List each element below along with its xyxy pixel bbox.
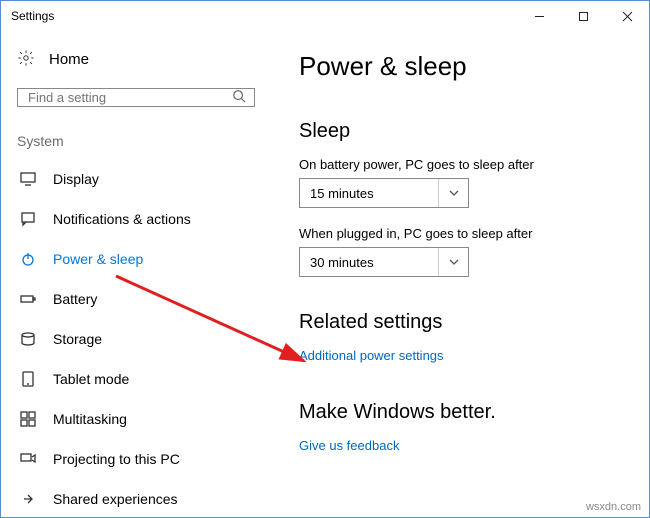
multitasking-icon [19, 411, 37, 427]
watermark: wsxdn.com [586, 501, 641, 513]
sidebar-item-label: Shared experiences [53, 491, 178, 507]
main-content: Power & sleep Sleep On battery power, PC… [271, 31, 649, 517]
notifications-icon [19, 211, 37, 227]
maximize-button[interactable] [561, 1, 605, 31]
minimize-button[interactable] [517, 1, 561, 31]
power-icon [19, 251, 37, 267]
battery-sleep-dropdown[interactable]: 15 minutes [299, 178, 469, 208]
sidebar: Home System Display Notifications & acti… [1, 31, 271, 517]
sidebar-item-power-sleep[interactable]: Power & sleep [17, 239, 255, 279]
sidebar-item-label: Tablet mode [53, 371, 129, 387]
battery-sleep-value: 15 minutes [310, 186, 438, 201]
sidebar-item-label: Display [53, 171, 99, 187]
feedback-link[interactable]: Give us feedback [299, 438, 629, 453]
battery-icon [19, 291, 37, 307]
plugged-sleep-label: When plugged in, PC goes to sleep after [299, 226, 629, 241]
sidebar-item-label: Power & sleep [53, 251, 143, 267]
additional-power-settings-link[interactable]: Additional power settings [299, 348, 629, 363]
chevron-down-icon [438, 179, 468, 207]
sidebar-item-battery[interactable]: Battery [17, 279, 255, 319]
titlebar: Settings [1, 1, 649, 31]
sidebar-item-multitasking[interactable]: Multitasking [17, 399, 255, 439]
battery-sleep-label: On battery power, PC goes to sleep after [299, 157, 629, 172]
sidebar-item-label: Multitasking [53, 411, 127, 427]
projecting-icon [19, 451, 37, 467]
sidebar-group-label: System [17, 133, 255, 149]
search-box[interactable] [17, 88, 255, 107]
sidebar-item-storage[interactable]: Storage [17, 319, 255, 359]
sidebar-nav: Display Notifications & actions Power & … [17, 159, 255, 517]
settings-window: Settings Home Sy [0, 0, 650, 518]
shared-icon [19, 491, 37, 507]
feedback-heading: Make Windows better. [299, 401, 629, 424]
sleep-heading: Sleep [299, 120, 629, 143]
sidebar-item-display[interactable]: Display [17, 159, 255, 199]
page-title: Power & sleep [299, 51, 629, 82]
related-heading: Related settings [299, 311, 629, 334]
sidebar-item-tablet-mode[interactable]: Tablet mode [17, 359, 255, 399]
home-label: Home [49, 51, 89, 68]
sidebar-item-shared-experiences[interactable]: Shared experiences [17, 479, 255, 517]
sidebar-item-label: Storage [53, 331, 102, 347]
window-title: Settings [11, 9, 54, 23]
sidebar-item-projecting[interactable]: Projecting to this PC [17, 439, 255, 479]
sidebar-item-label: Battery [53, 291, 97, 307]
close-button[interactable] [605, 1, 649, 31]
sidebar-item-label: Projecting to this PC [53, 451, 180, 467]
search-icon [232, 89, 246, 106]
storage-icon [19, 331, 37, 347]
chevron-down-icon [438, 248, 468, 276]
plugged-sleep-dropdown[interactable]: 30 minutes [299, 247, 469, 277]
display-icon [19, 171, 37, 187]
sidebar-item-label: Notifications & actions [53, 211, 191, 227]
search-input[interactable] [26, 89, 232, 106]
tablet-icon [19, 371, 37, 387]
plugged-sleep-value: 30 minutes [310, 255, 438, 270]
home-button[interactable]: Home [17, 49, 255, 70]
sidebar-item-notifications[interactable]: Notifications & actions [17, 199, 255, 239]
gear-icon [17, 49, 35, 70]
